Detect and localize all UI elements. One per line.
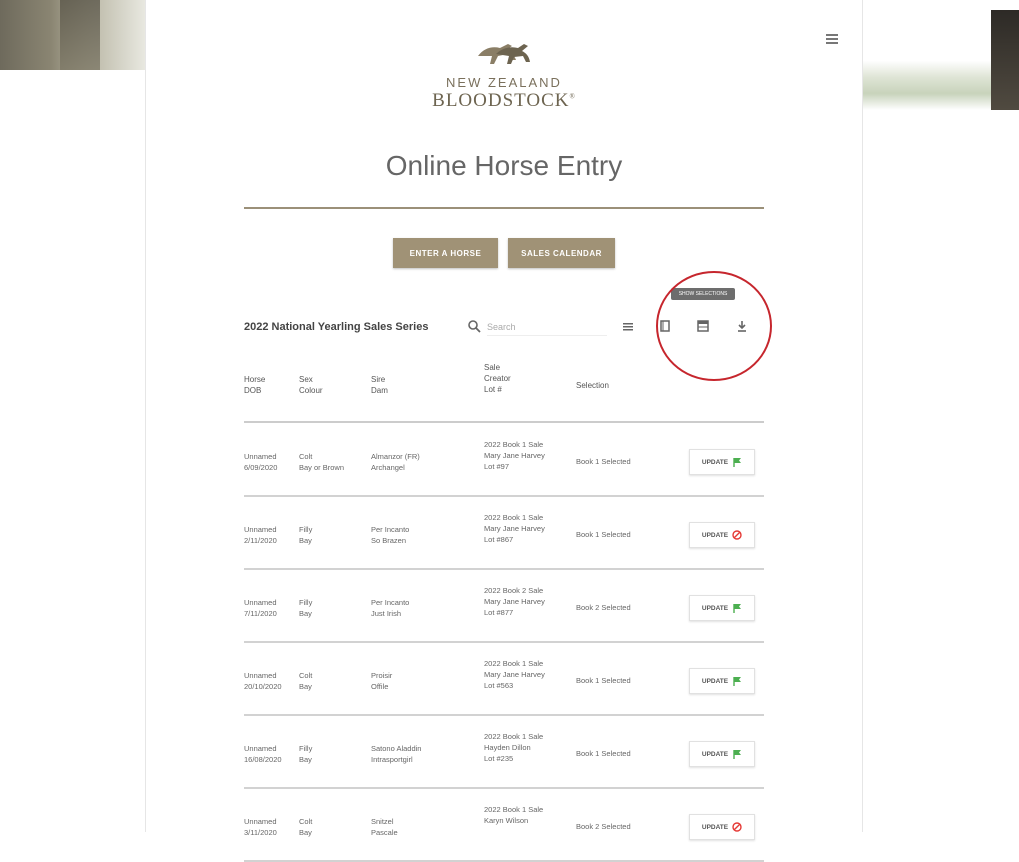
download-icon[interactable] — [735, 319, 749, 333]
sire-dam-cell: Almanzor (FR) Archangel — [371, 452, 420, 472]
ban-icon — [732, 530, 742, 540]
column-header-sex: Sex Colour — [299, 375, 323, 395]
sex-colour-cell: Colt Bay — [299, 817, 313, 837]
sex-colour-cell: Filly Bay — [299, 598, 313, 618]
flag-icon — [733, 458, 742, 467]
sales-series-title: 2022 National Yearling Sales Series — [244, 321, 429, 333]
title-divider — [244, 207, 764, 209]
column-header-sire: Sire Dam — [371, 375, 388, 395]
sire-dam-cell: Satono Aladdin Intrasportgirl — [371, 744, 422, 764]
sire-dam-cell: Proisir Offile — [371, 671, 393, 691]
sale-cell: 2022 Book 1 Sale Mary Jane Harvey Lot #563 — [484, 659, 545, 690]
row-divider — [244, 568, 764, 570]
column-header-horse: Horse DOB — [244, 375, 266, 395]
enter-horse-button[interactable]: ENTER A HORSE — [393, 238, 498, 268]
row-divider — [244, 787, 764, 789]
sale-cell: 2022 Book 1 Sale Mary Jane Harvey Lot #867 — [484, 513, 545, 544]
sale-cell: 2022 Book 1 Sale Mary Jane Harvey Lot #97 — [484, 440, 545, 471]
list-view-icon[interactable] — [621, 319, 635, 333]
selection-cell: Book 1 Selected — [576, 457, 631, 466]
update-button[interactable]: UPDATE — [689, 595, 755, 621]
main-panel: NEW ZEALAND BLOODSTOCK® Online Horse Ent… — [146, 0, 862, 862]
flag-icon — [733, 750, 742, 759]
sex-colour-cell: Filly Bay — [299, 744, 313, 764]
row-divider — [244, 641, 764, 643]
page-title: Online Horse Entry — [385, 150, 623, 181]
update-button[interactable]: UPDATE — [689, 449, 755, 475]
book-icon[interactable] — [658, 319, 672, 333]
update-button[interactable]: UPDATE — [689, 522, 755, 548]
background-photo-left — [0, 0, 145, 70]
panel-edge-right — [862, 0, 863, 832]
sire-dam-cell: Snitzel Pascale — [371, 817, 398, 837]
selection-cell: Book 2 Selected — [576, 822, 631, 831]
logo-text-country: NEW ZEALAND — [446, 75, 562, 90]
table-row: Unnamed 2/11/2020 Filly Bay Per Incanto So Br… — [244, 498, 764, 570]
sales-calendar-button[interactable]: SALES CALENDAR — [508, 238, 615, 268]
selection-cell: Book 2 Selected — [576, 603, 631, 612]
ban-icon — [732, 822, 742, 832]
column-header-sale: Sale Creator Lot # — [484, 363, 511, 394]
horse-cell: Unnamed 2/11/2020 — [244, 525, 277, 545]
horse-cell: Unnamed 20/10/2020 — [244, 671, 282, 691]
flag-icon — [733, 604, 742, 613]
sire-dam-cell: Per Incanto Just Irish — [371, 598, 410, 618]
table-row: Unnamed 7/11/2020 Filly Bay Per Incanto Just … — [244, 571, 764, 643]
search-icon[interactable] — [467, 319, 481, 333]
sale-cell: 2022 Book 1 Sale Karyn Wilson — [484, 805, 544, 825]
table-row: Unnamed 16/08/2020 Filly Bay Satono Aladdin I… — [244, 717, 764, 789]
horses-logo-icon — [478, 44, 530, 64]
table-header: Horse DOB Sex Colour Sire Dam Sale Creator Lo… — [244, 362, 764, 412]
table-row: Unnamed 3/11/2020 Colt Bay Snitzel Pascale 202… — [244, 790, 764, 862]
sale-cell: 2022 Book 1 Sale Hayden Dillon Lot #235 — [484, 732, 544, 763]
table-toolbar: 2022 National Yearling Sales Series — [244, 318, 764, 338]
update-button[interactable]: UPDATE — [689, 741, 755, 767]
header-rule — [244, 421, 764, 423]
sale-cell: 2022 Book 2 Sale Mary Jane Harvey Lot #877 — [484, 586, 545, 617]
update-button[interactable]: UPDATE — [689, 668, 755, 694]
table-row: Unnamed 20/10/2020 Colt Bay Proisir Offile 202… — [244, 644, 764, 716]
selection-cell: Book 1 Selected — [576, 530, 631, 539]
horse-cell: Unnamed 6/09/2020 — [244, 452, 278, 472]
show-selections-icon[interactable] — [696, 319, 710, 333]
horse-cell: Unnamed 16/08/2020 — [244, 744, 282, 764]
sex-colour-cell: Colt Bay or Brown — [299, 452, 345, 472]
show-selections-tooltip: SHOW SELECTIONS — [671, 288, 735, 300]
sex-colour-cell: Colt Bay — [299, 671, 313, 691]
search-input[interactable] — [487, 319, 607, 336]
background-photo-figure — [991, 10, 1019, 110]
sire-dam-cell: Per Incanto So Brazen — [371, 525, 410, 545]
logo: NEW ZEALAND BLOODSTOCK® — [146, 38, 862, 112]
logo-trademark: ® — [569, 92, 576, 101]
horse-cell: Unnamed 7/11/2020 — [244, 598, 277, 618]
row-divider — [244, 495, 764, 497]
flag-icon — [733, 677, 742, 686]
selection-cell: Book 1 Selected — [576, 676, 631, 685]
update-button[interactable]: UPDATE — [689, 814, 755, 840]
background-photo-right — [862, 0, 1019, 110]
sex-colour-cell: Filly Bay — [299, 525, 313, 545]
horse-cell: Unnamed 3/11/2020 — [244, 817, 277, 837]
row-divider — [244, 714, 764, 716]
column-header-selection: Selection — [576, 381, 609, 390]
logo-text-brand: BLOODSTOCK® — [432, 90, 576, 111]
table-row: Unnamed 6/09/2020 Colt Bay or Brown Almanzor… — [244, 425, 764, 497]
selection-cell: Book 1 Selected — [576, 749, 631, 758]
